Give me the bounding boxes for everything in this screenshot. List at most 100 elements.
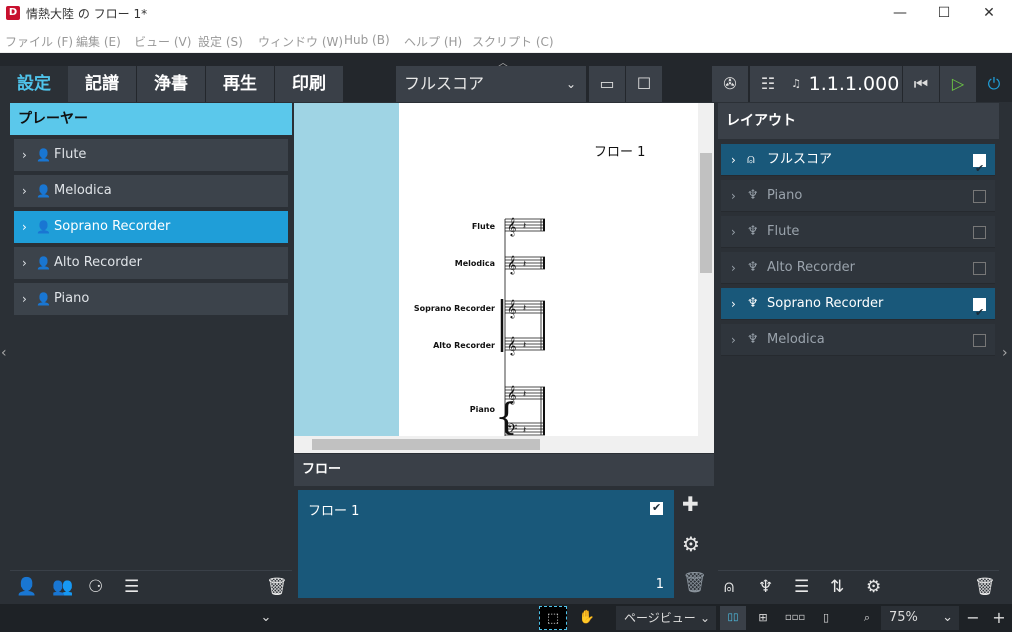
add-full-score-layout-icon[interactable]: ⍝ [724,577,734,597]
flow-name: フロー 1 [308,504,360,519]
chevron-down-icon: ⌄ [565,77,576,91]
tab-setup[interactable]: 設定 [0,66,68,102]
chevron-right-icon[interactable]: › [22,283,27,315]
layout-item-melodica[interactable]: › ♆ Melodica [721,324,995,356]
chevron-right-icon[interactable]: › [731,216,736,248]
delete-player-icon[interactable]: 🗑 [266,577,288,597]
layout-settings-gear-icon[interactable]: ⚙ [866,577,881,597]
tab-write[interactable]: 記譜 [68,66,136,102]
page-view-icon[interactable]: ☐ [626,66,662,102]
flows-panel-title: フロー [294,454,714,486]
add-section-player-icon[interactable]: 👥 [52,577,73,597]
zoom-in-button[interactable]: + [988,606,1010,630]
note-icon[interactable]: ♫ [786,66,806,102]
staff-label-melodica: Melodica [454,259,495,268]
menu-file[interactable]: ファイル (F) [5,33,73,50]
chevron-right-icon[interactable]: › [731,252,736,284]
status-bar: ⌄ ⬚ ✋ ページビュー ⌄ ▯▯ ⊞ ▫▫▫ ▯ ⌕ 75% ⌄ − + [0,604,1012,632]
player-flute[interactable]: › 👤 Flute [14,139,288,171]
add-flow-icon[interactable]: ✚ [682,492,699,516]
dorico-logo-icon: D [6,6,20,20]
add-ensemble-icon[interactable]: ⚆ [88,577,103,597]
layout-label: Piano [767,188,803,203]
layout-item-full-score[interactable]: › ⍝ フルスコア [721,144,995,185]
chevron-right-icon[interactable]: › [22,139,27,171]
add-part-layout-icon[interactable]: ♆ [758,577,773,597]
tab-play[interactable]: 再生 [206,66,274,102]
add-custom-layout-icon[interactable]: ☰ [794,577,809,597]
sort-layouts-icon[interactable]: ⇅ [830,577,844,597]
delete-layout-icon[interactable]: 🗑 [974,577,996,597]
menu-window[interactable]: ウィンドウ (W) [258,33,343,50]
minimize-button[interactable]: — [877,0,923,28]
player-icon: 👤 [36,148,51,162]
selection-tool-icon[interactable]: ⬚ [539,606,567,630]
video-reel-icon[interactable]: ✇ [712,66,748,102]
chevron-right-icon[interactable]: › [22,211,27,243]
chevron-down-icon[interactable]: ⌄ [258,606,274,630]
menu-hub[interactable]: Hub (B) [344,33,390,47]
chevron-right-icon[interactable]: › [731,180,736,212]
flow-card[interactable]: フロー 1 1 [298,490,674,598]
chevron-right-icon[interactable]: › [731,144,736,176]
play-icon[interactable]: ▷ [940,66,976,102]
menu-edit[interactable]: 編集 (E) [76,33,121,50]
maximize-button[interactable]: ☐ [921,0,967,28]
close-button[interactable]: ✕ [966,0,1012,28]
player-group-icon[interactable]: ☰ [124,577,139,597]
horizontal-scrollbar-thumb[interactable] [312,439,540,450]
pages-horizontal-icon[interactable]: ▯▯ [720,606,746,630]
zoom-icon[interactable]: ⌕ [857,606,877,630]
add-solo-player-icon[interactable]: 👤 [16,577,37,597]
horizontal-scrollbar[interactable] [294,436,714,453]
view-type-value: ページビュー [624,611,696,625]
tab-print[interactable]: 印刷 [275,66,343,102]
delete-flow-icon[interactable]: 🗑 [682,570,707,594]
mixer-icon[interactable]: ☷ [750,66,786,102]
svg-text:𝄞: 𝄞 [507,255,516,275]
layout-checkbox[interactable] [973,226,986,239]
menu-view[interactable]: ビュー (V) [134,33,191,50]
chevron-right-icon[interactable]: › [22,175,27,207]
layout-checkbox[interactable] [973,153,986,185]
layout-select[interactable]: フルスコア ⌄ [396,66,586,102]
single-page-icon[interactable]: ▯ [815,606,837,630]
vertical-scrollbar-thumb[interactable] [700,153,712,273]
power-icon[interactable]: ⏻ [976,66,1012,102]
menu-help[interactable]: ヘルプ (H) [404,33,462,50]
pages-spread-icon[interactable]: ▫▫▫ [781,606,809,630]
tab-engrave[interactable]: 浄書 [137,66,205,102]
player-melodica[interactable]: › 👤 Melodica [14,175,288,207]
galley-view-icon[interactable]: ▭ [589,66,625,102]
pages-vertical-icon[interactable]: ⊞ [750,606,776,630]
part-icon: ♆ [747,332,759,347]
player-piano[interactable]: › 👤 Piano [14,283,288,315]
staff-label-flute: Flute [471,222,495,231]
zoom-out-button[interactable]: − [962,606,984,630]
menu-script[interactable]: スクリプト (C) [472,33,554,50]
chevron-right-icon[interactable]: › [731,288,736,320]
chevron-right-icon[interactable]: › [731,324,736,356]
flow-settings-gear-icon[interactable]: ⚙ [682,532,700,556]
menu-setup[interactable]: 設定 (S) [198,33,243,50]
layout-item-flute[interactable]: › ♆ Flute [721,216,995,248]
rewind-icon[interactable]: ⏮ [903,66,939,102]
right-panel-toggle-icon[interactable]: › [1002,345,1008,361]
player-soprano-recorder[interactable]: › 👤 Soprano Recorder [14,211,288,243]
vertical-scrollbar[interactable] [698,103,714,436]
layout-item-soprano-recorder[interactable]: › ♆ Soprano Recorder [721,288,995,329]
layout-item-alto-recorder[interactable]: › ♆ Alto Recorder [721,252,995,284]
layout-checkbox[interactable] [973,190,986,203]
layout-checkbox[interactable] [973,334,986,347]
layout-item-piano[interactable]: › ♆ Piano [721,180,995,212]
layout-checkbox[interactable] [973,297,986,329]
view-type-select[interactable]: ページビュー ⌄ [616,606,716,630]
layout-checkbox[interactable] [973,262,986,275]
left-panel-toggle-icon[interactable]: ‹ [1,345,7,361]
hand-tool-icon[interactable]: ✋ [573,606,601,630]
score-view[interactable]: フロー 1 Flute Melodica Soprano Recorder Al… [294,103,714,453]
flow-checkbox[interactable] [650,501,663,515]
zoom-select[interactable]: 75% ⌄ [881,606,959,630]
player-alto-recorder[interactable]: › 👤 Alto Recorder [14,247,288,279]
chevron-right-icon[interactable]: › [22,247,27,279]
